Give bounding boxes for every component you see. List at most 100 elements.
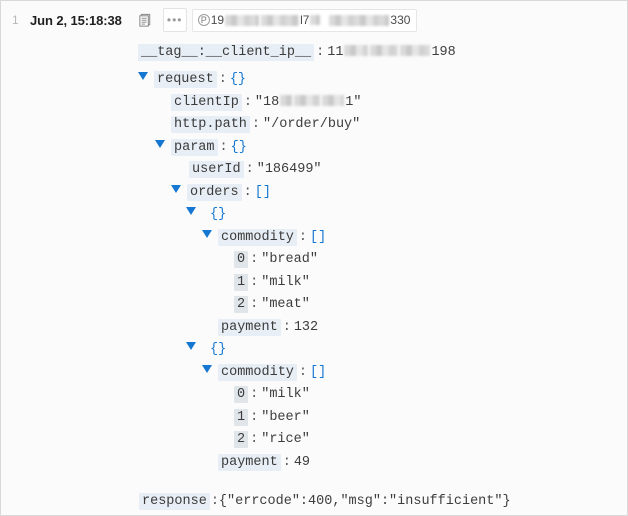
copy-document-icon[interactable] [134,8,158,32]
tree-node-commodity[interactable]: commodity:[] [1,362,627,385]
array-index-label: 1 [234,273,249,291]
tree-node-order-object[interactable]: {} [1,204,627,227]
tag-colon: : [316,45,325,60]
tree-node-param[interactable]: param:{} [1,137,627,160]
client-ip-tag-line: __tag__:__client_ip__:11 198 [138,42,456,64]
bracket-glyph: [] [310,229,327,245]
value-label: "186499" [256,162,322,177]
tree-node-commodity-item: 2: "meat" [1,294,627,317]
log-header-row: 1 Jun 2, 15:18:38 ••• P 19 l7 330 [1,1,627,39]
tree-node-clientip: clientIp: "18 1" [1,92,627,115]
brace-glyph: {} [210,342,227,357]
colon: : [243,94,252,110]
tree-node-payment: payment:132 [1,317,627,340]
key-label: param [171,138,218,156]
colon: : [250,274,259,290]
caret-down-icon[interactable] [186,342,196,350]
value-start: "18 [254,94,280,110]
value-label: 132 [293,319,319,335]
brace-glyph: {} [230,139,247,155]
key-label: commodity [218,228,297,246]
caret-down-icon[interactable] [138,72,148,80]
key-label: request [154,71,217,88]
tree-node-httppath: http.path: "/order/buy" [1,114,627,137]
redacted-block [225,14,260,26]
redacted-block [344,45,369,56]
row-number: 1 [12,13,19,27]
value-label: 49 [293,454,311,470]
redacted-block [400,45,431,56]
array-index-label: 2 [234,296,249,313]
redacted-block [322,94,345,106]
redacted-block [370,45,399,56]
tree-node-commodity-item: 0: "bread" [1,249,627,272]
redacted-block [329,14,390,26]
colon: : [251,117,261,132]
key-label: payment [218,453,281,471]
colon: : [250,252,259,267]
value-label: "milk" [261,274,310,290]
colon: : [210,494,219,509]
value-label: "beer" [261,409,310,425]
value-label: "meat" [261,297,310,312]
brace-glyph: {} [210,207,227,222]
colon: : [219,139,228,155]
tree-node-commodity-item: 1: "beer" [1,407,627,430]
key-label: payment [218,318,281,336]
more-options-icon[interactable]: ••• [162,8,187,32]
tree-node-order-object[interactable]: {} [1,339,627,362]
bracket-glyph: [] [310,364,327,380]
colon: : [282,454,291,470]
colon: : [250,297,259,312]
key-label: orders [187,183,242,201]
colon: : [282,319,291,335]
value-label: {"errcode":400,"msg":"insufficient"} [218,494,511,509]
tag-value-end: 198 [431,45,456,60]
circled-p-icon: P [197,14,210,26]
colon: : [243,184,252,200]
value-end: 1" [345,94,362,110]
tree-node-commodity-item: 2: "rice" [1,429,627,452]
array-index-label: 1 [234,408,249,426]
colon: : [218,72,227,87]
redacted-block [280,94,293,106]
brace-glyph: {} [229,72,247,87]
tree-node-userid: userId: "186499" [1,159,627,182]
colon: : [250,387,259,402]
log-source-chip[interactable]: P 19 l7 330 [191,8,418,32]
response-line: response:{"errcode":400,"msg":"insuffici… [139,492,511,512]
colon: : [250,432,259,447]
array-index-label: 0 [234,386,249,403]
tree-node-request[interactable]: request:{} [1,69,627,92]
tag-value-start: 11 [327,45,344,60]
caret-down-icon[interactable] [186,207,196,215]
tag-key: __tag__:__client_ip__ [138,44,315,61]
tree-node-orders[interactable]: orders:[] [1,182,627,205]
chip-text-start: 19 [210,13,225,27]
value-label: "/order/buy" [263,117,361,132]
value-label: "bread" [261,252,318,267]
caret-down-icon[interactable] [171,184,181,193]
key-label: response [139,493,210,510]
tree-node-commodity-item: 0: "milk" [1,384,627,407]
chip-text-mid: l7 [300,13,310,27]
key-label: clientIp [171,93,242,111]
array-index-label: 2 [234,431,249,448]
colon: : [250,409,259,425]
bracket-glyph: [] [254,184,271,200]
value-label: "milk" [261,387,310,402]
key-label: commodity [218,363,297,381]
log-detail-panel: 1 Jun 2, 15:18:38 ••• P 19 l7 330 __tag__:_… [0,0,628,516]
colon: : [298,229,308,245]
caret-down-icon[interactable] [202,229,212,238]
caret-down-icon[interactable] [202,364,212,373]
log-timestamp: Jun 2, 15:18:38 [30,12,122,28]
caret-down-icon[interactable] [155,139,165,148]
ellipsis-glyph: ••• [166,13,183,27]
colon: : [298,364,308,380]
key-label: userId [189,161,244,178]
tree-node-commodity[interactable]: commodity:[] [1,227,627,250]
json-tree: request:{} clientIp: "18 1" http.path: "/or… [1,69,627,474]
colon: : [245,162,254,177]
redacted-block [294,94,321,106]
